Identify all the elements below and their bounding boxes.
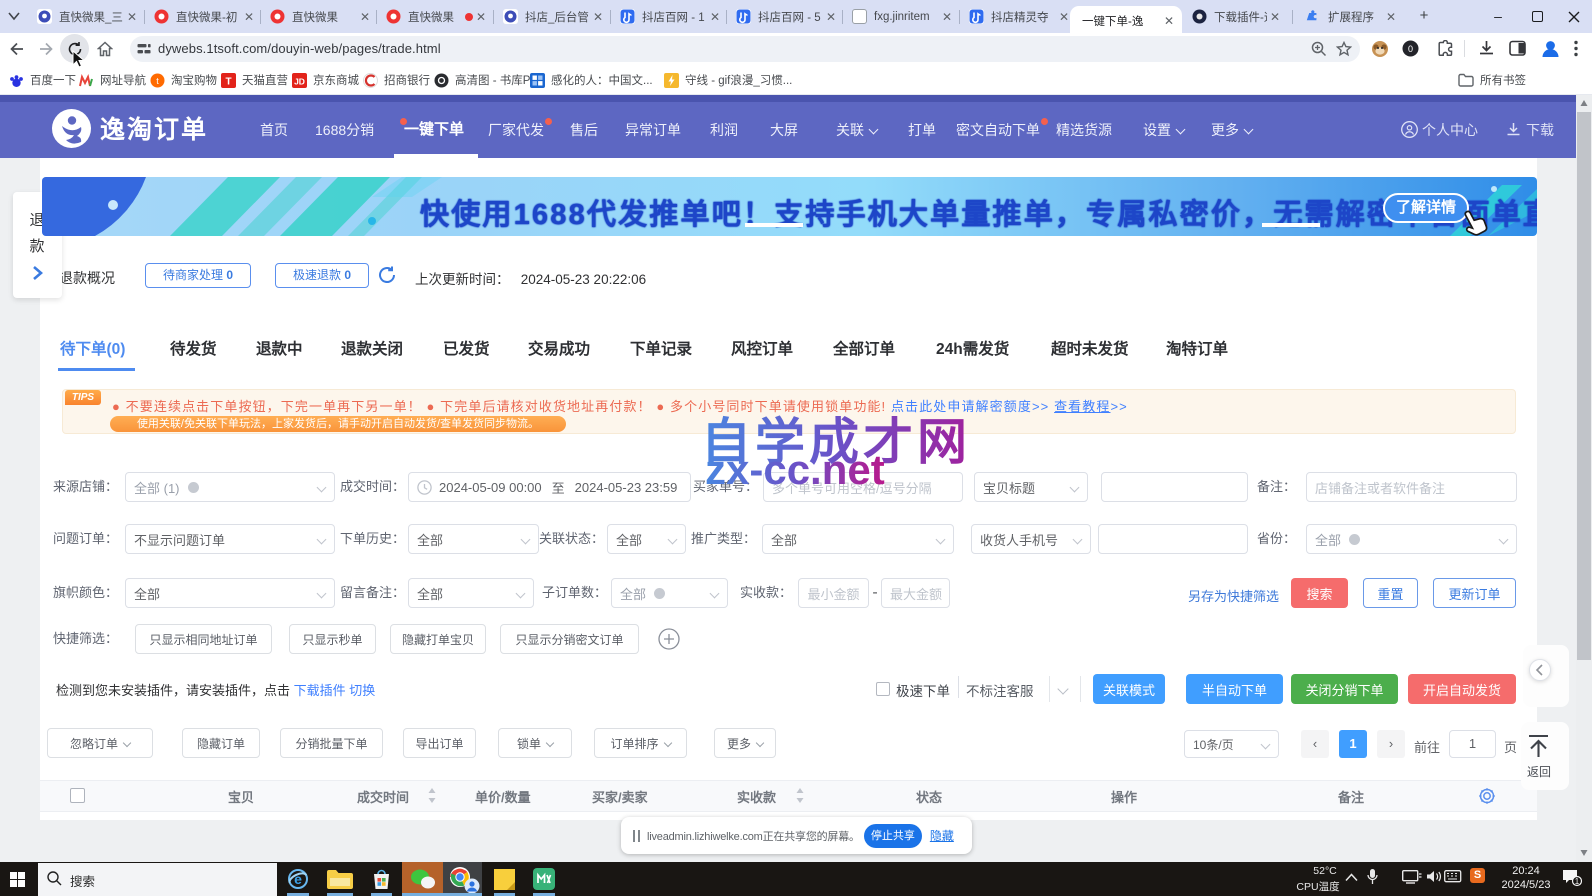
svg-text:T: T [225, 76, 231, 87]
svg-text:1: 1 [1575, 877, 1580, 886]
svg-text:JD: JD [294, 76, 305, 86]
svg-text:e: e [294, 871, 302, 887]
svg-text:0: 0 [1408, 44, 1413, 54]
